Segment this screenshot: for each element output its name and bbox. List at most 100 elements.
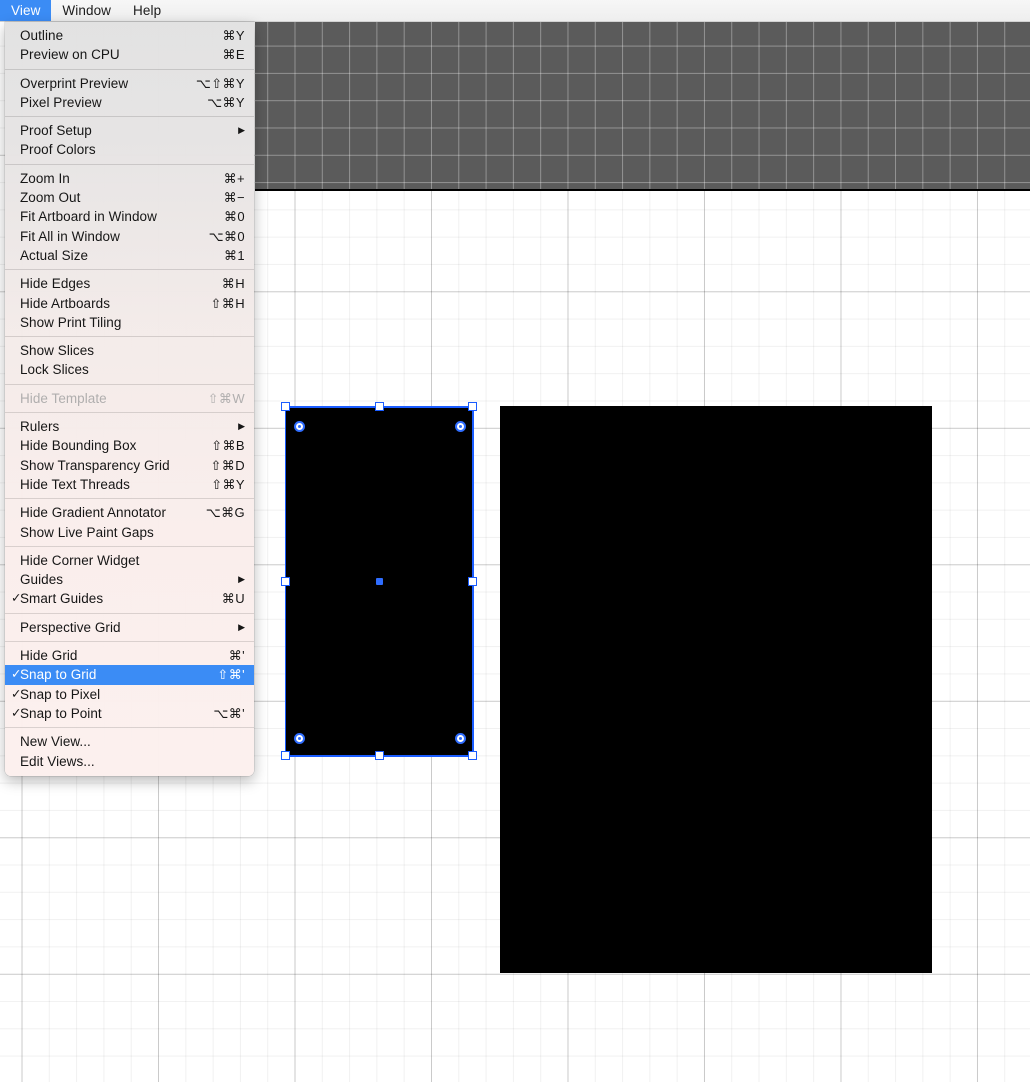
menu-item-hide-grid[interactable]: Hide Grid ⌘': [5, 646, 254, 665]
menu-item-snap-to-grid[interactable]: ✓ Snap to Grid ⇧⌘': [5, 665, 254, 685]
checkmark-icon: ✓: [11, 705, 22, 720]
menu-item-lock-slices[interactable]: Lock Slices: [5, 360, 254, 379]
menu-separator: [5, 727, 254, 729]
menu-item-label: Edit Views...: [20, 753, 95, 769]
menu-item-label: Hide Corner Widget: [20, 552, 140, 568]
submenu-arrow-icon: ▶: [238, 125, 245, 136]
menubar-item-help[interactable]: Help: [122, 0, 172, 21]
submenu-arrow-icon: ▶: [238, 574, 245, 585]
menu-item-proof-setup[interactable]: Proof Setup ▶: [5, 121, 254, 140]
artwork-rectangle-large[interactable]: [500, 406, 932, 973]
menu-item-show-transparency-grid[interactable]: Show Transparency Grid ⇧⌘D: [5, 456, 254, 475]
menu-item-fit-artboard-in-window[interactable]: Fit Artboard in Window ⌘0: [5, 207, 254, 226]
menu-item-shortcut: ⌘': [228, 648, 245, 664]
menu-item-label: Zoom In: [20, 170, 70, 186]
menu-item-new-view[interactable]: New View...: [5, 732, 254, 751]
checkmark-icon: ✓: [11, 591, 22, 606]
menu-item-label: Proof Setup: [20, 123, 92, 139]
menu-separator: [5, 641, 254, 643]
menu-item-zoom-out[interactable]: Zoom Out ⌘−: [5, 188, 254, 207]
menu-item-shortcut: ⌥⌘0: [208, 228, 245, 244]
menu-item-show-print-tiling[interactable]: Show Print Tiling: [5, 313, 254, 332]
checkmark-icon: ✓: [11, 667, 22, 682]
menubar-item-window[interactable]: Window: [51, 0, 122, 21]
menu-item-rulers[interactable]: Rulers ▶: [5, 417, 254, 436]
menu-item-proof-colors[interactable]: Proof Colors: [5, 140, 254, 159]
menu-item-hide-bounding-box[interactable]: Hide Bounding Box ⇧⌘B: [5, 436, 254, 455]
menu-item-outline[interactable]: Outline ⌘Y: [5, 26, 254, 45]
menu-separator: [5, 269, 254, 271]
checkmark-icon: ✓: [11, 686, 22, 701]
view-dropdown-menu: Outline ⌘Y Preview on CPU ⌘E Overprint Previ…: [5, 22, 254, 776]
menu-item-hide-edges[interactable]: Hide Edges ⌘H: [5, 274, 254, 293]
menu-item-label: Snap to Grid: [20, 667, 97, 683]
menu-item-label: Snap to Point: [20, 705, 102, 721]
menu-item-perspective-grid[interactable]: Perspective Grid ▶: [5, 618, 254, 637]
menu-item-label: Show Transparency Grid: [20, 457, 170, 473]
menu-item-hide-template: Hide Template ⇧⌘W: [5, 389, 254, 408]
menu-item-snap-to-pixel[interactable]: ✓ Snap to Pixel: [5, 685, 254, 704]
menu-separator: [5, 412, 254, 414]
menu-item-shortcut: ⇧⌘B: [211, 438, 245, 454]
menu-item-label: Actual Size: [20, 247, 89, 263]
outside-artboard-region: [255, 18, 1030, 191]
submenu-arrow-icon: ▶: [238, 621, 245, 632]
menu-item-edit-views[interactable]: Edit Views...: [5, 752, 254, 771]
menu-separator: [5, 163, 254, 165]
menu-item-zoom-in[interactable]: Zoom In ⌘+: [5, 169, 254, 188]
menu-item-label: Guides: [20, 572, 64, 588]
menu-item-label: Smart Guides: [20, 591, 104, 607]
menu-item-shortcut: ⌘0: [223, 209, 245, 225]
menu-item-overprint-preview[interactable]: Overprint Preview ⌥⇧⌘Y: [5, 74, 254, 93]
menu-item-smart-guides[interactable]: ✓ Smart Guides ⌘U: [5, 589, 254, 608]
menu-item-label: Hide Gradient Annotator: [20, 505, 166, 521]
menu-item-label: Show Live Paint Gaps: [20, 524, 154, 540]
menu-item-label: Hide Edges: [20, 276, 91, 292]
menu-item-shortcut: ⌘+: [223, 170, 245, 186]
menu-item-actual-size[interactable]: Actual Size ⌘1: [5, 246, 254, 265]
menu-item-show-slices[interactable]: Show Slices: [5, 341, 254, 360]
menu-item-label: New View...: [20, 734, 91, 750]
menu-item-label: Hide Text Threads: [20, 476, 130, 492]
menu-item-hide-gradient-annotator[interactable]: Hide Gradient Annotator ⌥⌘G: [5, 503, 254, 522]
menu-item-label: Hide Artboards: [20, 295, 110, 311]
menu-item-fit-all-in-window[interactable]: Fit All in Window ⌥⌘0: [5, 227, 254, 246]
menu-item-shortcut: ⇧⌘H: [210, 295, 245, 311]
menu-item-label: Proof Colors: [20, 142, 96, 158]
menu-item-hide-artboards[interactable]: Hide Artboards ⇧⌘H: [5, 294, 254, 313]
menu-separator: [5, 545, 254, 547]
menubar-item-view[interactable]: View: [0, 0, 52, 21]
menu-item-label: Show Slices: [20, 343, 95, 359]
menu-item-label: Show Print Tiling: [20, 314, 122, 330]
menu-item-snap-to-point[interactable]: ✓ Snap to Point ⌥⌘': [5, 704, 254, 723]
menu-item-preview-on-cpu[interactable]: Preview on CPU ⌘E: [5, 45, 254, 64]
menu-item-label: Preview on CPU: [20, 47, 120, 63]
menu-item-label: Hide Bounding Box: [20, 438, 137, 454]
menu-item-pixel-preview[interactable]: Pixel Preview ⌥⌘Y: [5, 93, 254, 112]
menu-item-shortcut: ⇧⌘W: [207, 390, 245, 406]
menu-item-label: Fit Artboard in Window: [20, 209, 157, 225]
menu-item-shortcut: ⌘H: [221, 276, 245, 292]
menu-item-label: Perspective Grid: [20, 619, 121, 635]
menu-item-label: Hide Grid: [20, 648, 78, 664]
menu-item-shortcut: ⌥⌘G: [205, 505, 245, 521]
menu-item-hide-text-threads[interactable]: Hide Text Threads ⇧⌘Y: [5, 475, 254, 494]
menu-separator: [5, 336, 254, 338]
menu-item-guides[interactable]: Guides ▶: [5, 570, 254, 589]
menu-item-shortcut: ⌘−: [223, 190, 245, 206]
menu-item-shortcut: ⌥⌘': [213, 705, 245, 721]
menu-item-shortcut: ⌥⇧⌘Y: [195, 75, 245, 91]
menu-separator: [5, 498, 254, 500]
menu-item-label: Overprint Preview: [20, 75, 129, 91]
menu-item-label: Pixel Preview: [20, 94, 102, 110]
menu-item-show-live-paint-gaps[interactable]: Show Live Paint Gaps: [5, 523, 254, 542]
menu-item-label: Snap to Pixel: [20, 686, 101, 702]
menu-item-label: Hide Template: [20, 390, 107, 406]
menu-item-shortcut: ⌘E: [222, 47, 245, 63]
illustrator-window: View Window Help Outline ⌘Y Preview on CPU ⌘E…: [0, 0, 1030, 1082]
menu-item-label: Rulers: [20, 419, 60, 435]
menu-item-shortcut: ⇧⌘D: [210, 457, 245, 473]
menu-item-hide-corner-widget[interactable]: Hide Corner Widget: [5, 551, 254, 570]
menu-item-shortcut: ⌘Y: [222, 28, 245, 43]
artwork-rectangle-selected[interactable]: [285, 407, 473, 756]
